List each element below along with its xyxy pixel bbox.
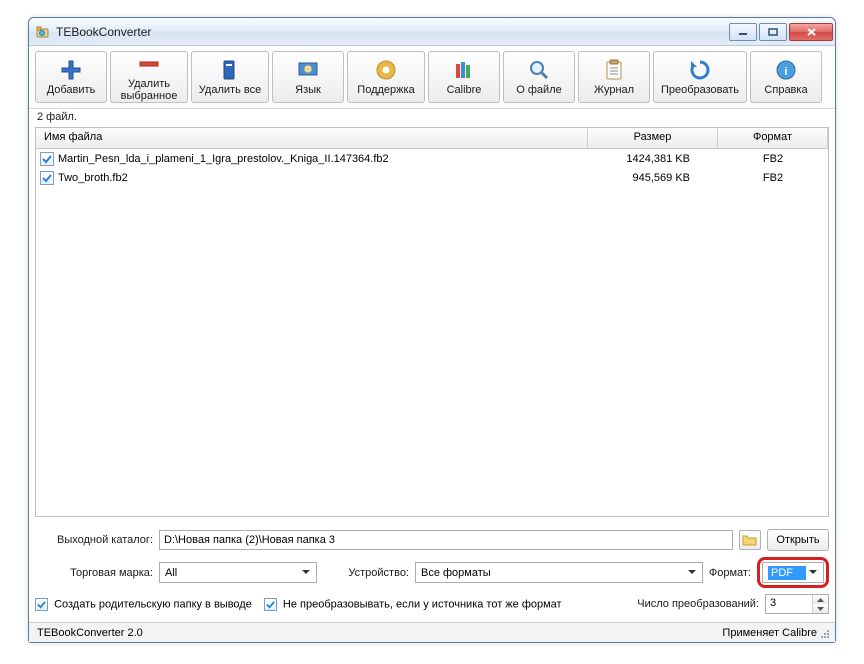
row-checkbox[interactable] [40,171,54,185]
chevron-down-icon [299,564,313,581]
file-format: FB2 [718,153,828,165]
books-icon [452,58,476,82]
output-dir-input[interactable] [159,530,733,550]
file-row[interactable]: Martin_Pesn_lda_i_plameni_1_Igra_prestol… [36,149,828,168]
magnifier-icon [527,58,551,82]
brand-combo[interactable]: All [159,562,317,583]
status-right: Применяет Calibre [722,627,817,639]
skip-same-format-checkbox[interactable]: Не преобразовывать, если у источника тот… [264,598,562,611]
col-format[interactable]: Формат [718,128,828,148]
file-count: 2 файл. [29,109,835,127]
file-grid: Имя файла Размер Формат Martin_Pesn_lda_… [35,127,829,517]
format-highlight-ring: PDF [757,557,829,588]
convert-button[interactable]: Преобразовать [653,51,747,103]
resize-grip-icon[interactable] [817,626,831,640]
bottom-panel: Выходной каталог: Открыть Торговая марка… [29,523,835,622]
about-file-button[interactable]: О файле [503,51,575,103]
folder-icon [742,533,758,547]
statusbar: TEBookConverter 2.0 Применяет Calibre [29,622,835,642]
col-size[interactable]: Размер [588,128,718,148]
help-button[interactable]: i Справка [750,51,822,103]
flag-icon [296,58,320,82]
language-button[interactable]: Язык [272,51,344,103]
file-size: 945,569 KB [588,172,718,184]
calibre-button[interactable]: Calibre [428,51,500,103]
remove-selected-button[interactable]: Удалить выбранное [110,51,188,103]
spin-down[interactable] [813,604,828,613]
book-remove-icon [218,58,242,82]
chevron-down-icon [806,564,820,581]
file-name: Martin_Pesn_lda_i_plameni_1_Igra_prestol… [58,153,588,165]
device-label: Устройство: [323,567,409,579]
close-button[interactable] [789,23,833,41]
open-button[interactable]: Открыть [767,529,829,551]
maximize-button[interactable] [759,23,787,41]
file-row[interactable]: Two_broth.fb2 945,569 KB FB2 [36,168,828,187]
file-name: Two_broth.fb2 [58,172,588,184]
device-combo[interactable]: Все форматы [415,562,703,583]
toolbar: Добавить Удалить выбранное Удалить все Я… [29,46,835,109]
window-controls [729,23,833,41]
refresh-icon [688,58,712,82]
window-title: TEBookConverter [56,25,729,39]
app-window: TEBookConverter Добавить Удалить выбранн… [28,17,836,643]
minus-icon [137,52,161,76]
log-button[interactable]: Журнал [578,51,650,103]
chevron-down-icon [685,564,699,581]
row-checkbox[interactable] [40,152,54,166]
svg-text:i: i [784,66,787,78]
titlebar: TEBookConverter [29,18,835,46]
conv-count-spinner[interactable]: 3 [765,594,829,614]
add-button[interactable]: Добавить [35,51,107,103]
status-left: TEBookConverter 2.0 [37,627,143,639]
format-label: Формат: [709,567,751,579]
parent-folder-checkbox[interactable]: Создать родительскую папку в выводе [35,598,252,611]
remove-all-button[interactable]: Удалить все [191,51,269,103]
conv-count-label: Число преобразований: [637,598,759,610]
file-format: FB2 [718,172,828,184]
clipboard-icon [602,58,626,82]
minimize-button[interactable] [729,23,757,41]
plus-icon [59,58,83,82]
support-button[interactable]: Поддержка [347,51,425,103]
support-icon [374,58,398,82]
output-dir-label: Выходной каталог: [35,534,153,546]
spin-up[interactable] [813,595,828,604]
format-combo[interactable]: PDF [762,562,824,583]
file-size: 1424,381 KB [588,153,718,165]
grid-header: Имя файла Размер Формат [36,128,828,149]
browse-folder-button[interactable] [739,530,761,550]
col-name[interactable]: Имя файла [36,128,588,148]
app-icon [35,24,51,40]
info-icon: i [774,58,798,82]
brand-label: Торговая марка: [35,567,153,579]
grid-body: Martin_Pesn_lda_i_plameni_1_Igra_prestol… [36,149,828,516]
